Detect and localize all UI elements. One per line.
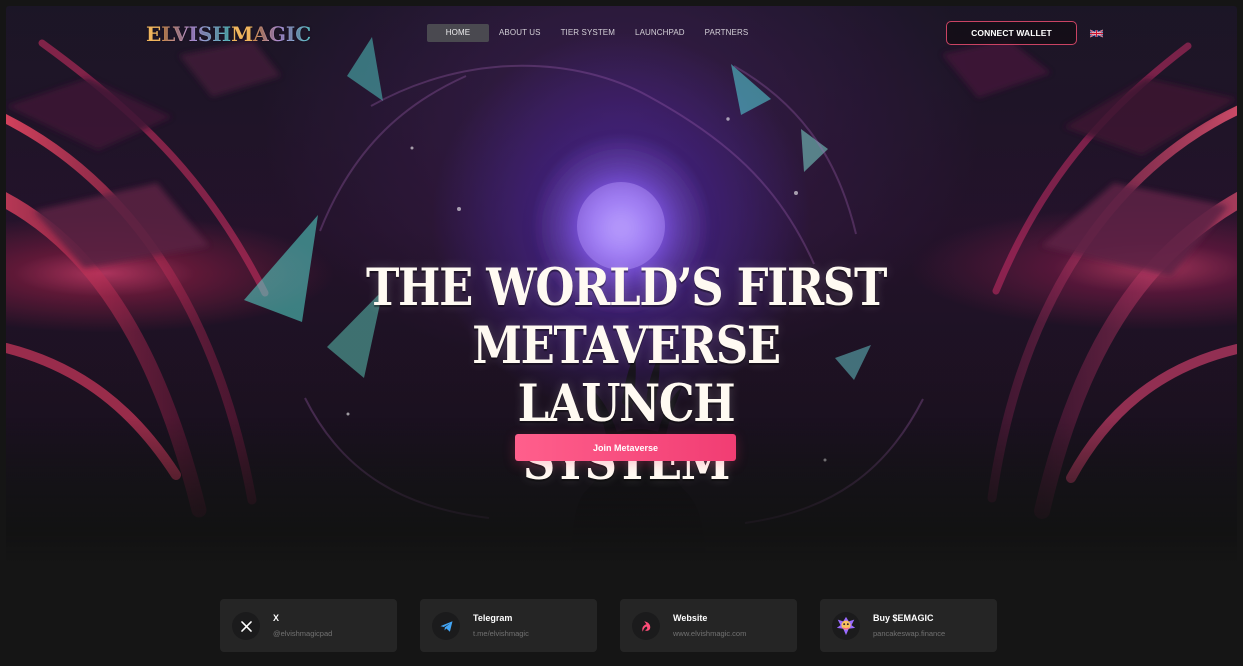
- logo-word-magic: AGIC: [253, 22, 312, 46]
- hero-title-line-1: THE WORLD’S FIRST: [365, 258, 887, 319]
- screenshot-frame: E LVISH M AGIC HOME ABOUT US TIER SYSTEM L…: [6, 6, 1237, 660]
- logo-word-elvish: LVISH: [161, 22, 232, 46]
- pancakeswap-url: pancakeswap.finance: [873, 629, 946, 638]
- website-link-title: Website: [673, 613, 708, 623]
- top-navigation-bar: E LVISH M AGIC HOME ABOUT US TIER SYSTEM L…: [6, 6, 1237, 56]
- x-link-card[interactable]: X @elvishmagicpad: [220, 599, 397, 652]
- purple-portal-core: [577, 182, 665, 270]
- join-metaverse-button[interactable]: Join Metaverse: [515, 434, 736, 461]
- website-link-card[interactable]: Website www.elvishmagic.com: [620, 599, 797, 652]
- buy-emagic-title: Buy $EMAGIC: [873, 613, 934, 623]
- buy-emagic-link-card[interactable]: Buy $EMAGIC pancakeswap.finance: [820, 599, 997, 652]
- website-link-url: www.elvishmagic.com: [673, 629, 747, 638]
- hero-title-line-2: METAVERSE LAUNCH: [472, 316, 781, 435]
- x-link-handle: @elvishmagicpad: [273, 629, 333, 638]
- nav-home[interactable]: HOME: [427, 24, 489, 42]
- nav-about-us[interactable]: ABOUT US: [489, 24, 551, 42]
- logo-initial-m: M: [231, 22, 254, 46]
- uk-flag-icon[interactable]: [1090, 29, 1103, 38]
- main-navigation: HOME ABOUT US TIER SYSTEM LAUNCHPAD PART…: [427, 24, 758, 42]
- telegram-link-url: t.me/elvishmagic: [473, 629, 529, 638]
- page: E LVISH M AGIC HOME ABOUT US TIER SYSTEM L…: [0, 0, 1243, 666]
- website-icon: [632, 612, 660, 640]
- logo-initial-e: E: [146, 22, 162, 46]
- connect-wallet-button[interactable]: CONNECT WALLET: [946, 21, 1077, 45]
- social-link-cards: X @elvishmagicpad Telegram t.me/elvishma…: [220, 599, 997, 652]
- nav-launchpad[interactable]: LAUNCHPAD: [625, 24, 695, 42]
- x-icon: [232, 612, 260, 640]
- nav-partners[interactable]: PARTNERS: [695, 24, 759, 42]
- telegram-icon: [432, 612, 460, 640]
- hero-background: E LVISH M AGIC HOME ABOUT US TIER SYSTEM L…: [6, 6, 1237, 563]
- telegram-link-card[interactable]: Telegram t.me/elvishmagic: [420, 599, 597, 652]
- elvish-magic-logo[interactable]: E LVISH M AGIC: [146, 22, 311, 46]
- x-link-title: X: [273, 613, 280, 623]
- telegram-link-title: Telegram: [473, 613, 513, 623]
- pancakeswap-icon: [832, 612, 860, 640]
- nav-tier-system[interactable]: TIER SYSTEM: [551, 24, 625, 42]
